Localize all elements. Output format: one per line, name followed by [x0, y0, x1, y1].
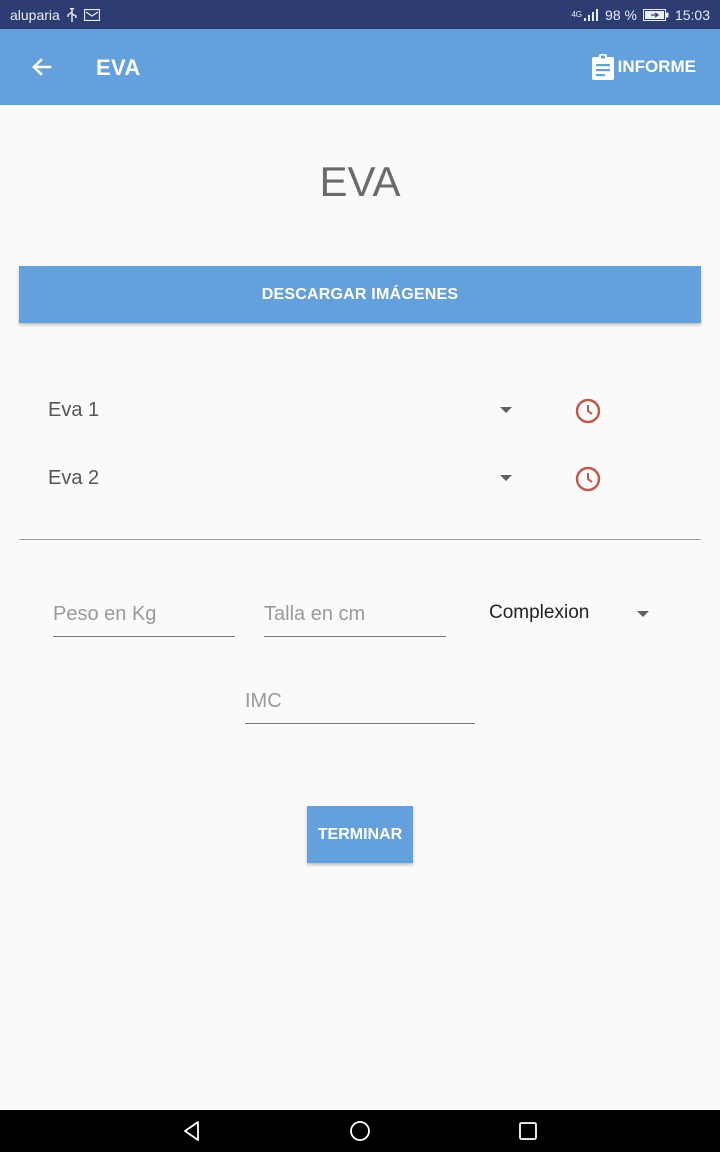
- mail-icon: [83, 8, 100, 21]
- nav-home-button[interactable]: [349, 1120, 371, 1142]
- divider: [19, 539, 701, 540]
- informe-button[interactable]: INFORME: [591, 51, 696, 83]
- dropdown-arrow-icon: [500, 407, 512, 413]
- back-button[interactable]: [28, 53, 56, 81]
- eva-2-clock-button[interactable]: [574, 465, 602, 493]
- clock-icon: [575, 466, 601, 492]
- download-images-button[interactable]: DESCARGAR IMÁGENES: [19, 266, 701, 323]
- eva-row: Eva 2: [48, 458, 608, 498]
- weight-field-container: [53, 593, 235, 637]
- nav-back-button[interactable]: [181, 1120, 203, 1142]
- finish-button[interactable]: TERMINAR: [307, 806, 413, 863]
- clipboard-icon: [591, 54, 614, 80]
- height-field-container: [264, 593, 446, 637]
- eva-2-dropdown[interactable]: Eva 2: [48, 458, 518, 498]
- status-bar: aluparia 4G 98 % 15:03: [0, 0, 720, 29]
- dropdown-arrow-icon: [500, 475, 512, 481]
- weight-input[interactable]: [53, 593, 235, 636]
- dropdown-arrow-icon: [637, 611, 649, 617]
- battery-icon: [642, 8, 669, 21]
- status-left: aluparia: [10, 7, 100, 23]
- height-input[interactable]: [264, 593, 446, 636]
- app-title: EVA: [96, 55, 141, 80]
- clock-time: 15:03: [674, 6, 710, 23]
- eva-2-label: Eva 2: [48, 466, 100, 489]
- complexion-dropdown[interactable]: Complexion: [489, 596, 664, 632]
- network-type: 4G: [571, 9, 583, 19]
- carrier-name: aluparia: [10, 6, 60, 23]
- triangle-back-icon: [184, 1121, 199, 1141]
- battery-percent: 98 %: [605, 6, 637, 23]
- status-right: 4G 98 % 15:03: [571, 7, 710, 23]
- eva-row: Eva 1: [48, 390, 608, 430]
- app-bar: EVA INFORME: [0, 29, 720, 105]
- eva-1-clock-button[interactable]: [574, 397, 602, 425]
- imc-field-container: [245, 680, 475, 724]
- square-recent-icon: [519, 1122, 537, 1140]
- informe-label: INFORME: [617, 57, 696, 76]
- page-heading: EVA: [319, 158, 401, 205]
- usb-icon: [66, 7, 78, 22]
- navigation-bar: [0, 1110, 720, 1152]
- eva-1-label: Eva 1: [48, 398, 100, 421]
- eva-1-dropdown[interactable]: Eva 1: [48, 390, 518, 430]
- arrow-left-icon: [32, 58, 52, 76]
- nav-recent-button[interactable]: [517, 1120, 539, 1142]
- complexion-label: Complexion: [489, 602, 590, 623]
- clock-icon: [575, 398, 601, 424]
- circle-home-icon: [350, 1121, 370, 1141]
- signal-icon: 4G: [571, 8, 599, 21]
- imc-input[interactable]: [245, 680, 475, 723]
